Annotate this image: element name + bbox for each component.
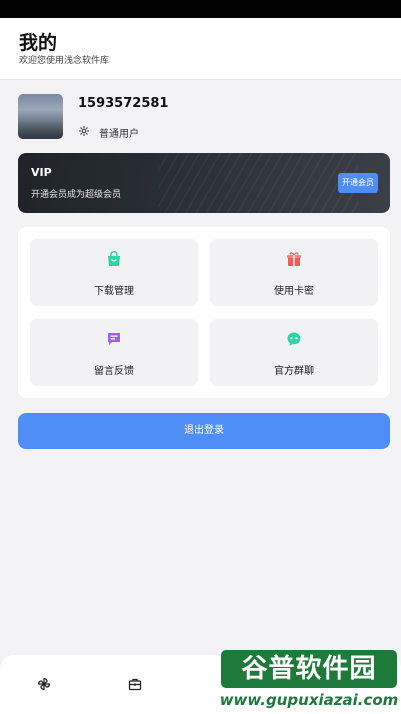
watermark-brand: 谷普软件园 — [221, 650, 397, 688]
watermark: 谷普软件园 www.gupuxiazai.com — [219, 650, 399, 712]
user-profile[interactable]: 1593572581 普通用户 — [18, 94, 383, 140]
menu-label: 留言反馈 — [94, 366, 134, 377]
menu-label: 官方群聊 — [274, 366, 314, 377]
menu-official-group[interactable]: 官方群聊 — [210, 319, 378, 386]
logout-button[interactable]: 退出登录 — [18, 413, 390, 449]
user-role: 普通用户 — [99, 129, 139, 140]
status-bar — [0, 0, 401, 18]
menu-label: 下载管理 — [94, 286, 134, 297]
menu-feedback[interactable]: 留言反馈 — [30, 319, 198, 386]
message-icon — [108, 333, 120, 345]
vip-description: 开通会员成为超级会员 — [31, 190, 122, 200]
menu-download-management[interactable]: 下载管理 — [30, 239, 198, 306]
page-subtitle: 欢迎您使用浅念软件库 — [19, 56, 110, 66]
shopping-bag-icon — [108, 251, 120, 266]
gift-icon — [287, 252, 301, 266]
user-level-icon — [79, 126, 89, 136]
watermark-url: www.gupuxiazai.com — [219, 690, 399, 710]
toolbox-icon[interactable] — [128, 677, 142, 691]
pinwheel-icon[interactable] — [37, 677, 51, 691]
menu-use-card-key[interactable]: 使用卡密 — [210, 239, 378, 306]
user-phone: 1593572581 — [78, 96, 169, 111]
avatar[interactable] — [18, 94, 63, 139]
chat-bubble-icon — [287, 332, 301, 346]
open-vip-button[interactable]: 开通会员 — [338, 173, 378, 193]
feature-grid: 下载管理 使用卡密 留言反馈 官方群聊 — [18, 227, 390, 398]
vip-title: VIP — [31, 166, 52, 179]
page-title: 我的 — [19, 32, 58, 54]
menu-label: 使用卡密 — [274, 286, 314, 297]
page-header: 我的 欢迎您使用浅念软件库 — [0, 18, 401, 80]
vip-banner[interactable]: VIP 开通会员成为超级会员 开通会员 — [18, 153, 390, 213]
